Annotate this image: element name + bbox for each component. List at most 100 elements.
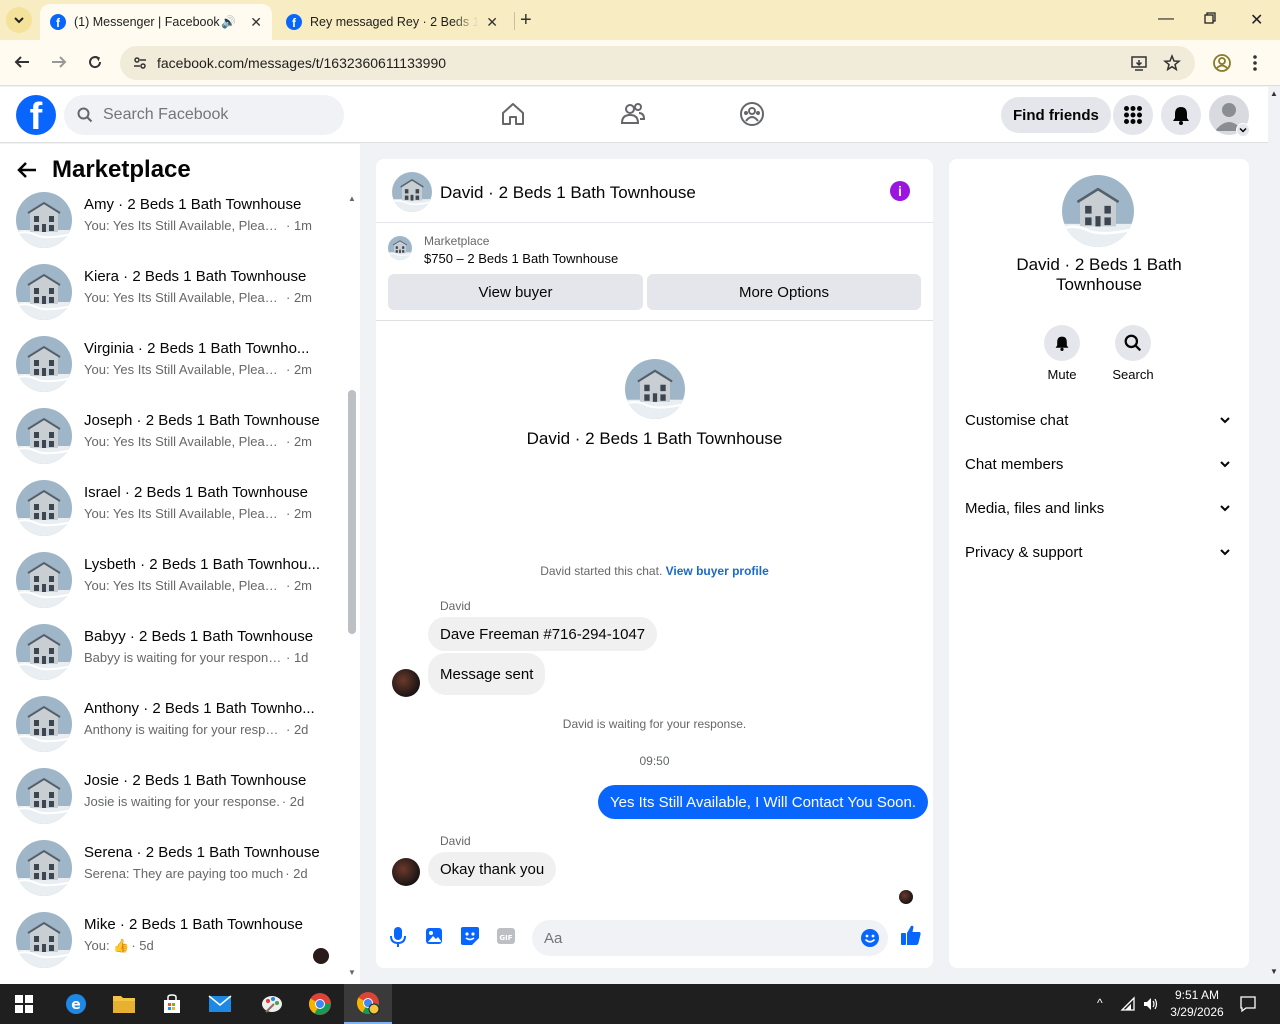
conversation-name: Amy · 2 Beds 1 Bath Townhouse [84, 196, 302, 213]
conversation-item[interactable]: Mike · 2 Beds 1 Bath Townhouse You: 👍 · 5d [0, 912, 345, 984]
facebook-logo[interactable]: f [16, 95, 56, 135]
tab-rey[interactable]: f Rey messaged Rey · 2 Beds 1 Ba ✕ [276, 4, 508, 40]
tray-expand-icon[interactable]: ^ [1097, 996, 1103, 1010]
groups-nav-button[interactable] [739, 101, 765, 127]
my-message-bubble[interactable]: Yes Its Still Available, I Will Contact … [598, 785, 929, 819]
sender-avatar[interactable] [392, 858, 420, 886]
chrome-active-taskbar-button[interactable] [344, 984, 392, 1024]
scroll-down-arrow-icon[interactable]: ▼ [348, 968, 356, 977]
conversation-item[interactable]: Anthony · 2 Beds 1 Bath Townho... Anthony… [0, 696, 345, 768]
scroll-up-arrow-icon[interactable]: ▲ [348, 194, 356, 203]
account-dropdown[interactable] [1236, 123, 1250, 137]
store-taskbar-button[interactable] [148, 984, 196, 1024]
conversation-name: Anthony · 2 Beds 1 Bath Townho... [84, 700, 315, 717]
notification-center-icon[interactable] [1239, 995, 1257, 1013]
gif-icon[interactable]: GIF [497, 926, 515, 946]
emoji-icon[interactable] [860, 928, 880, 948]
view-buyer-profile-link[interactable]: View buyer profile [666, 564, 769, 578]
back-arrow-icon [14, 56, 29, 68]
customise-chat-section[interactable]: Customise chat [965, 398, 1235, 442]
sidebar-scrollbar[interactable]: ▲ ▼ [346, 192, 358, 982]
conversation-item[interactable]: Israel · 2 Beds 1 Bath Townhouse You: Yes… [0, 480, 345, 552]
message-bubble[interactable]: Okay thank you [428, 852, 557, 886]
bookmark-star-icon[interactable] [1163, 54, 1181, 72]
message-input[interactable] [532, 920, 888, 956]
scroll-down-arrow-icon[interactable]: ▼ [1270, 967, 1278, 976]
search-conversation-button[interactable]: Search [1098, 325, 1168, 382]
conversation-name: Virginia · 2 Beds 1 Bath Townho... [84, 340, 310, 357]
sticker-icon[interactable] [460, 926, 480, 946]
new-tab-button[interactable]: + [520, 10, 532, 30]
message-composer: GIF [376, 914, 933, 964]
scroll-up-arrow-icon[interactable]: ▲ [1270, 89, 1278, 98]
volume-icon[interactable] [1142, 996, 1158, 1012]
paint-taskbar-button[interactable] [248, 984, 296, 1024]
search-bar[interactable] [64, 95, 344, 135]
back-arrow-icon[interactable] [16, 159, 38, 181]
url-text: facebook.com/messages/t/1632360611133990 [157, 55, 447, 71]
conversation-item[interactable]: Kiera · 2 Beds 1 Bath Townhouse You: Yes … [0, 264, 345, 336]
chrome-taskbar-button[interactable] [296, 984, 344, 1024]
restore-button[interactable] [1204, 12, 1216, 24]
address-bar[interactable]: facebook.com/messages/t/1632360611133990 [120, 46, 1195, 80]
profile-button[interactable] [1212, 53, 1232, 73]
sender-avatar[interactable] [392, 669, 420, 697]
message-bubble[interactable]: Dave Freeman #716-294-1047 [428, 617, 658, 651]
page-scrollbar[interactable]: ▲ ▼ [1268, 87, 1280, 984]
scrollbar-thumb[interactable] [348, 390, 356, 634]
photo-icon[interactable] [425, 926, 443, 946]
menu-button[interactable] [1113, 95, 1153, 135]
conversation-avatar [16, 336, 72, 392]
notifications-button[interactable] [1161, 95, 1201, 135]
conversation-name: Mike · 2 Beds 1 Bath Townhouse [84, 916, 304, 933]
privacy-support-section[interactable]: Privacy & support [965, 530, 1235, 574]
thumbs-up-icon[interactable] [900, 924, 922, 946]
preview-text: You: 👍 [84, 938, 130, 953]
install-app-icon[interactable] [1130, 54, 1148, 72]
file-explorer-taskbar-button[interactable] [100, 984, 148, 1024]
home-nav-button[interactable] [500, 101, 526, 127]
search-input[interactable] [103, 106, 303, 124]
conversation-item[interactable]: Amy · 2 Beds 1 Bath Townhouse You: Yes It… [0, 192, 345, 264]
chat-title[interactable]: David · 2 Beds 1 Bath Townhouse [440, 183, 696, 203]
mail-taskbar-button[interactable] [196, 984, 244, 1024]
browser-menu-button[interactable] [1252, 53, 1258, 73]
close-tab-icon[interactable]: ✕ [486, 14, 498, 31]
minimize-button[interactable]: — [1158, 10, 1174, 28]
edge-taskbar-button[interactable]: e [52, 984, 100, 1024]
media-files-section[interactable]: Media, files and links [965, 486, 1235, 530]
tab-messenger[interactable]: f (1) Messenger | Facebook 🔊 ✕ [40, 4, 272, 40]
start-button[interactable] [0, 984, 48, 1024]
more-options-button[interactable]: More Options [647, 274, 921, 310]
conversation-name: Josie · 2 Beds 1 Bath Townhouse [84, 772, 307, 789]
conversation-item[interactable]: Virginia · 2 Beds 1 Bath Townho... You: Y… [0, 336, 345, 408]
conversation-item[interactable]: Serena · 2 Beds 1 Bath Townhouse Serena: … [0, 840, 345, 912]
close-tab-icon[interactable]: ✕ [250, 14, 262, 31]
tab-search-button[interactable] [6, 7, 32, 33]
system-clock[interactable]: 9:51 AM 3/29/2026 [1162, 987, 1232, 1021]
find-friends-button[interactable]: Find friends [1001, 97, 1111, 133]
speaker-icon[interactable]: 🔊 [221, 15, 236, 29]
site-info-icon[interactable] [132, 55, 148, 71]
back-button[interactable] [13, 53, 31, 71]
conversation-item[interactable]: Joseph · 2 Beds 1 Bath Townhouse You: Yes… [0, 408, 345, 480]
conversation-item[interactable]: Babyy · 2 Beds 1 Bath Townhouse Babyy is … [0, 624, 345, 696]
microphone-icon[interactable] [390, 926, 406, 948]
forward-button[interactable] [50, 53, 68, 71]
conversation-item[interactable]: Lysbeth · 2 Beds 1 Bath Townhou... You: Y… [0, 552, 345, 624]
network-icon[interactable] [1120, 996, 1136, 1012]
friends-nav-button[interactable] [620, 101, 646, 127]
info-icon[interactable]: i [890, 181, 910, 201]
reload-button[interactable] [86, 53, 104, 71]
details-avatar[interactable] [1062, 175, 1134, 247]
conversation-item[interactable]: Josie · 2 Beds 1 Bath Townhouse Josie is … [0, 768, 345, 840]
view-buyer-button[interactable]: View buyer [388, 274, 643, 310]
chat-avatar[interactable] [392, 172, 432, 212]
mute-button[interactable]: Mute [1027, 325, 1097, 382]
conversation-avatar [16, 408, 72, 464]
svg-text:GIF: GIF [499, 934, 512, 942]
close-window-button[interactable]: ✕ [1250, 10, 1263, 30]
edge-icon: e [66, 994, 86, 1014]
chat-members-section[interactable]: Chat members [965, 442, 1235, 486]
message-bubble[interactable]: Message sent [428, 653, 546, 695]
